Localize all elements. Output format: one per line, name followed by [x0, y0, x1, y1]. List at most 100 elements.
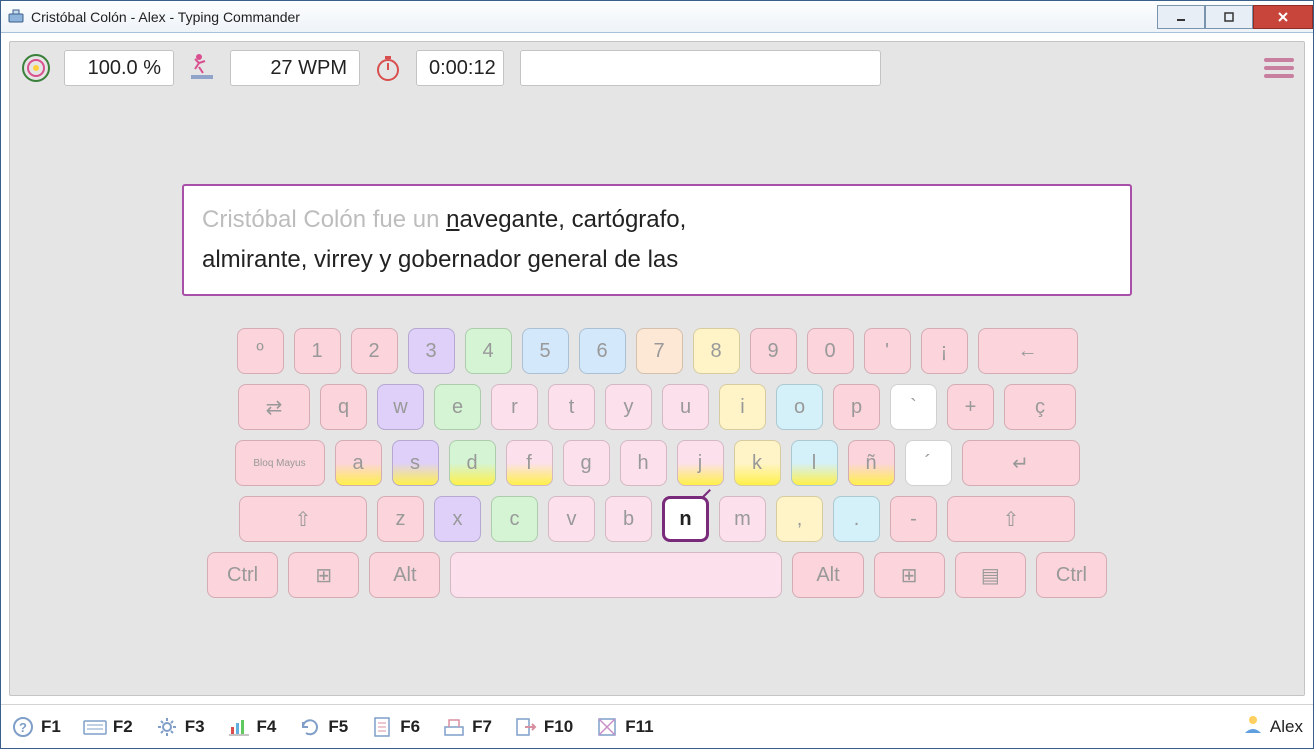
chart-icon: [227, 715, 251, 739]
key-j[interactable]: j: [677, 440, 724, 486]
key-y[interactable]: y: [605, 384, 652, 430]
key-Ctrl[interactable]: Ctrl: [207, 552, 278, 598]
key-p[interactable]: p: [833, 384, 880, 430]
close-button[interactable]: [1253, 5, 1313, 29]
window-controls: [1157, 5, 1313, 29]
f5-button[interactable]: F5: [298, 715, 348, 739]
key-b[interactable]: b: [605, 496, 652, 542]
document-icon: [370, 715, 394, 739]
key-w[interactable]: w: [377, 384, 424, 430]
keyboard-row-5: Ctrl⊞Alt Alt⊞▤Ctrl: [207, 552, 1107, 598]
hamburger-icon[interactable]: [1264, 56, 1294, 80]
key-x[interactable]: x: [434, 496, 481, 542]
key-1[interactable]: 1: [294, 328, 341, 374]
f1-button[interactable]: ?F1: [11, 715, 61, 739]
footer-bar: ?F1 F2 F3 F4 F5 F6 F7 F10 F11 Alex: [1, 704, 1313, 748]
key-+[interactable]: +: [947, 384, 994, 430]
key-9[interactable]: 9: [750, 328, 797, 374]
maximize-button[interactable]: [1205, 5, 1253, 29]
wpm-value: 27 WPM: [230, 50, 360, 86]
key-Alt[interactable]: Alt: [369, 552, 440, 598]
main-area: Cristóbal Colón fue un navegante, cartóg…: [10, 94, 1304, 695]
key-r[interactable]: r: [491, 384, 538, 430]
key-2[interactable]: 2: [351, 328, 398, 374]
key-6[interactable]: 6: [579, 328, 626, 374]
f10-button[interactable]: F10: [514, 715, 573, 739]
f7-button[interactable]: F7: [442, 715, 492, 739]
key-´[interactable]: ´: [905, 440, 952, 486]
key-i[interactable]: i: [719, 384, 766, 430]
inner-panel: 100.0 % 27 WPM 0:00:12 Cristóbal Colón f…: [9, 41, 1305, 696]
key-u[interactable]: u: [662, 384, 709, 430]
f6-button[interactable]: F6: [370, 715, 420, 739]
key-g[interactable]: g: [563, 440, 610, 486]
key-a[interactable]: a: [335, 440, 382, 486]
fullscreen-icon: [595, 715, 619, 739]
key-º[interactable]: º: [237, 328, 284, 374]
key-`[interactable]: `: [890, 384, 937, 430]
key-'[interactable]: ': [864, 328, 911, 374]
key-,[interactable]: ,: [776, 496, 823, 542]
pending-text-1: avegante, cartógrafo,: [460, 206, 687, 233]
key-f[interactable]: f: [506, 440, 553, 486]
key-⊞[interactable]: ⊞: [288, 552, 359, 598]
f11-button[interactable]: F11: [595, 715, 653, 739]
key-Bloq Mayus[interactable]: Bloq Mayus: [235, 440, 325, 486]
user-label[interactable]: Alex: [1242, 713, 1303, 740]
key-⇧[interactable]: ⇧: [239, 496, 367, 542]
key-▤[interactable]: ▤: [955, 552, 1026, 598]
key-m[interactable]: m: [719, 496, 766, 542]
key-.[interactable]: .: [833, 496, 880, 542]
key-d[interactable]: d: [449, 440, 496, 486]
user-icon: [1242, 713, 1264, 740]
key-space[interactable]: [450, 552, 782, 598]
key-e[interactable]: e: [434, 384, 481, 430]
f3-button[interactable]: F3: [155, 715, 205, 739]
key-⇄[interactable]: ⇄: [238, 384, 310, 430]
window-frame: Cristóbal Colón - Alex - Typing Commande…: [0, 0, 1314, 749]
key-o[interactable]: o: [776, 384, 823, 430]
treadmill-icon: [186, 52, 218, 84]
key--[interactable]: -: [890, 496, 937, 542]
key-l[interactable]: l: [791, 440, 838, 486]
pending-text-2: almirante, virrey y gobernador general d…: [202, 246, 678, 273]
key-ç[interactable]: ç: [1004, 384, 1076, 430]
key-⊞[interactable]: ⊞: [874, 552, 945, 598]
key-⇧[interactable]: ⇧: [947, 496, 1075, 542]
key-5[interactable]: 5: [522, 328, 569, 374]
key-h[interactable]: h: [620, 440, 667, 486]
key-7[interactable]: 7: [636, 328, 683, 374]
accuracy-value: 100.0 %: [64, 50, 174, 86]
svg-text:?: ?: [19, 720, 27, 735]
key-ñ[interactable]: ñ: [848, 440, 895, 486]
key-8[interactable]: 8: [693, 328, 740, 374]
key-¡[interactable]: ¡: [921, 328, 968, 374]
stopwatch-icon: [372, 52, 404, 84]
key-4[interactable]: 4: [465, 328, 512, 374]
key-↵[interactable]: ↵: [962, 440, 1080, 486]
keyboard-row-1: º1234567890'¡←: [207, 328, 1107, 374]
key-3[interactable]: 3: [408, 328, 455, 374]
key-Alt[interactable]: Alt: [792, 552, 863, 598]
keyboard-icon: [83, 715, 107, 739]
key-n[interactable]: n: [662, 496, 709, 542]
key-s[interactable]: s: [392, 440, 439, 486]
f4-button[interactable]: F4: [227, 715, 277, 739]
key-c[interactable]: c: [491, 496, 538, 542]
key-t[interactable]: t: [548, 384, 595, 430]
stats-row: 100.0 % 27 WPM 0:00:12: [10, 42, 1304, 94]
key-←[interactable]: ←: [978, 328, 1078, 374]
key-q[interactable]: q: [320, 384, 367, 430]
typing-input[interactable]: [520, 50, 881, 86]
key-0[interactable]: 0: [807, 328, 854, 374]
exit-icon: [514, 715, 538, 739]
app-body: 100.0 % 27 WPM 0:00:12 Cristóbal Colón f…: [1, 33, 1313, 748]
minimize-button[interactable]: [1157, 5, 1205, 29]
f2-button[interactable]: F2: [83, 715, 133, 739]
restart-icon: [298, 715, 322, 739]
key-v[interactable]: v: [548, 496, 595, 542]
key-Ctrl[interactable]: Ctrl: [1036, 552, 1107, 598]
key-k[interactable]: k: [734, 440, 781, 486]
keyboard-row-2: ⇄qwertyuiop`+ç: [207, 384, 1107, 430]
key-z[interactable]: z: [377, 496, 424, 542]
